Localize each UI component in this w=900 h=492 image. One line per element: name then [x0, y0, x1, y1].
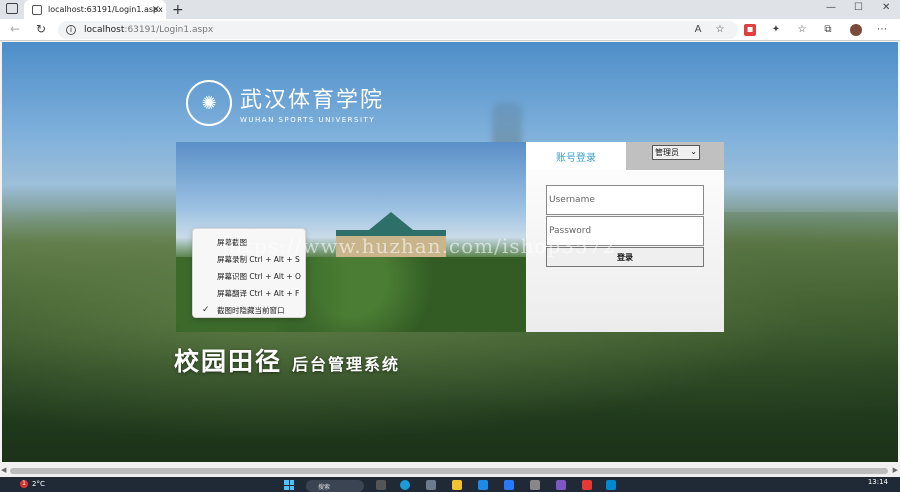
extension-icon[interactable]: ▪: [744, 24, 756, 36]
system-title-main: 校园田径: [174, 347, 283, 376]
visual-studio-icon[interactable]: [556, 480, 566, 490]
watermark-text: https://www.huzhan.com/ishop3572: [222, 234, 617, 258]
university-logo: ✺ 武汉体育学院 WUHAN SPORTS UNIVERSITY: [186, 80, 384, 126]
logo-chinese-name: 武汉体育学院: [240, 88, 385, 113]
chevron-down-icon: ⌄: [690, 147, 697, 156]
more-menu-icon[interactable]: ⋯: [876, 24, 888, 36]
refresh-icon[interactable]: ↻: [36, 22, 46, 36]
weather-widget[interactable]: 1 2°C: [20, 480, 45, 488]
menu-item-recognize[interactable]: 屏幕识图 Ctrl + Alt + O: [193, 268, 305, 285]
edge-icon[interactable]: [400, 480, 410, 490]
system-title-sub: 后台管理系统: [292, 355, 401, 374]
browser-tab[interactable]: localhost:63191/Login1.aspx ×: [24, 0, 166, 19]
login-page-background: ✺ 武汉体育学院 WUHAN SPORTS UNIVERSITY 屏幕截图 屏幕…: [2, 42, 898, 462]
horizontal-scrollbar[interactable]: ◀ ▶: [0, 464, 900, 477]
role-area: 管理员 ⌄: [626, 142, 724, 170]
windows-taskbar: 1 2°C 搜索 13:14: [0, 477, 900, 492]
menu-item-hide-window-label: 截图时隐藏当前窗口: [217, 306, 285, 315]
favorites-list-icon[interactable]: ☆: [796, 24, 808, 36]
profile-avatar-icon[interactable]: [850, 24, 862, 36]
taskbar-search[interactable]: 搜索: [306, 480, 364, 492]
page-favicon-icon: [32, 4, 42, 15]
scroll-left-icon[interactable]: ◀: [1, 466, 6, 474]
notification-badge: 1: [20, 480, 28, 488]
close-tab-icon[interactable]: ×: [152, 4, 160, 15]
system-title: 校园田径 后台管理系统: [174, 342, 400, 378]
role-select[interactable]: 管理员 ⌄: [652, 145, 700, 160]
weather-temp: 2°C: [32, 480, 45, 488]
app-icon-3[interactable]: [582, 480, 592, 490]
task-view-icon[interactable]: [376, 480, 386, 490]
favorite-star-icon[interactable]: ☆: [714, 24, 726, 36]
windows-start-icon[interactable]: [284, 480, 294, 490]
menu-item-translate[interactable]: 屏幕翻译 Ctrl + Alt + F: [193, 285, 305, 302]
app-icon-2[interactable]: [530, 480, 540, 490]
tab-title: localhost:63191/Login1.aspx: [48, 5, 163, 14]
taskbar-clock[interactable]: 13:14: [868, 478, 888, 486]
url-path: :63191/Login1.aspx: [124, 25, 214, 35]
collections-icon[interactable]: ⧉: [822, 24, 834, 36]
minimize-window-button[interactable]: —: [826, 2, 836, 13]
scrollbar-thumb[interactable]: [10, 468, 888, 474]
file-explorer-icon[interactable]: [452, 480, 462, 490]
maximize-window-button[interactable]: ☐: [854, 2, 863, 13]
back-arrow-icon[interactable]: ←: [10, 22, 20, 36]
new-tab-button[interactable]: +: [172, 2, 184, 18]
university-seal-icon: ✺: [186, 80, 232, 126]
scroll-right-icon[interactable]: ▶: [893, 466, 898, 474]
read-aloud-icon[interactable]: A: [692, 24, 704, 36]
menu-item-hide-window[interactable]: ✓ 截图时隐藏当前窗口: [193, 302, 305, 319]
tab-account-login[interactable]: 账号登录: [526, 142, 626, 170]
mail-icon[interactable]: [478, 480, 488, 490]
app-icon-4[interactable]: [606, 480, 616, 490]
username-input[interactable]: Username: [546, 185, 704, 215]
role-select-value: 管理员: [655, 148, 679, 157]
close-window-button[interactable]: ✕: [882, 2, 890, 13]
extensions-puzzle-icon[interactable]: ✦: [770, 24, 782, 36]
app-icon[interactable]: [504, 480, 514, 490]
url-host: localhost: [84, 25, 125, 35]
logo-english-name: WUHAN SPORTS UNIVERSITY: [240, 116, 376, 124]
store-icon[interactable]: [426, 480, 436, 490]
login-header: 账号登录 管理员 ⌄: [526, 142, 724, 170]
address-bar-row: ← ↻ i localhost:63191/Login1.aspx A ☆ ▪ …: [0, 19, 900, 41]
tab-actions-icon[interactable]: [6, 3, 18, 14]
browser-tab-bar: localhost:63191/Login1.aspx × + — ☐ ✕: [0, 0, 900, 19]
check-icon: ✓: [202, 305, 210, 315]
url-input[interactable]: i localhost:63191/Login1.aspx: [58, 21, 738, 39]
site-info-icon[interactable]: i: [66, 25, 76, 35]
